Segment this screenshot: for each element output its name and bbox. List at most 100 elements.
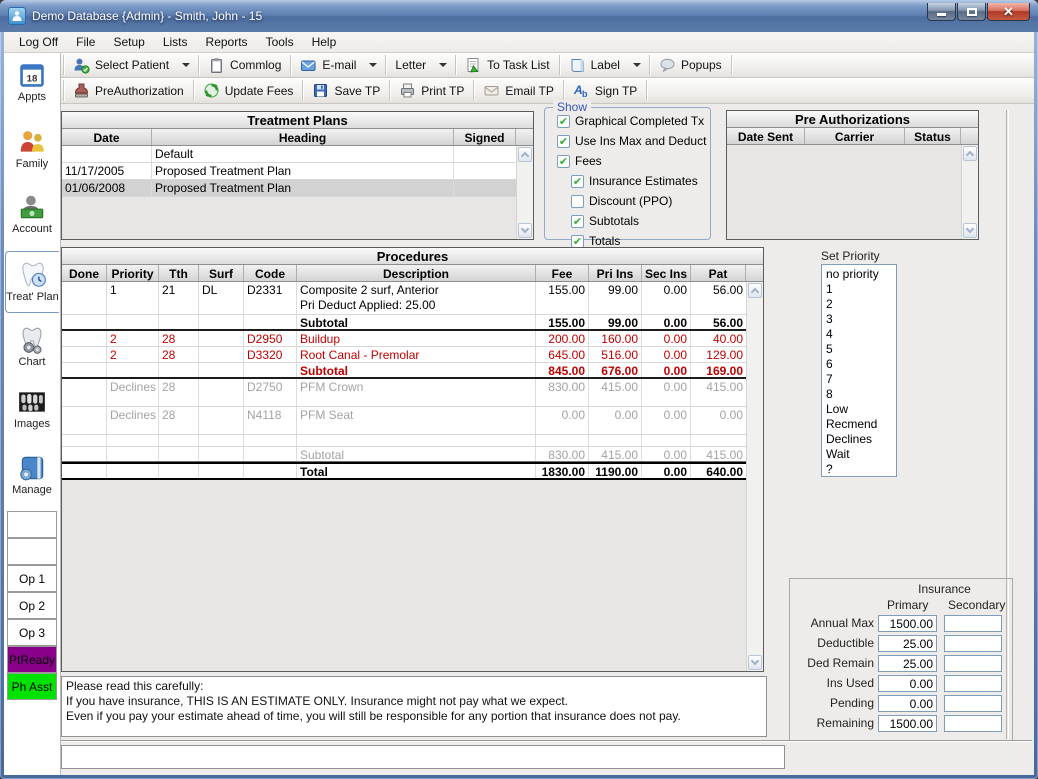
- column-header-done[interactable]: Done: [62, 265, 107, 281]
- title-bar[interactable]: Demo Database {Admin} - Smith, John - 15…: [0, 0, 1038, 32]
- procedure-row[interactable]: Subtotal 830.00 415.00 0.00 415.00: [62, 447, 746, 462]
- checkbox-subtotals[interactable]: Subtotals: [571, 214, 710, 228]
- procedure-row[interactable]: Declines 28 D2750 PFM Crown 830.00 415.0…: [62, 379, 746, 407]
- column-header-sec-ins[interactable]: Sec Ins: [642, 265, 691, 281]
- email-tp-button[interactable]: Email TP: [476, 78, 560, 103]
- procedure-row[interactable]: 2 28 D2950 Buildup 200.00 160.00 0.00 40…: [62, 331, 746, 347]
- annual-max-primary-input[interactable]: 1500.00: [878, 615, 937, 632]
- menu-item-tools[interactable]: Tools: [257, 33, 303, 51]
- update-fees-button[interactable]: Update Fees: [196, 78, 301, 103]
- email-button[interactable]: E-mail: [293, 53, 363, 77]
- checkbox-use-ins-max[interactable]: Use Ins Max and Deduct: [557, 134, 710, 148]
- priority-option[interactable]: 2: [826, 297, 896, 312]
- priority-option[interactable]: no priority: [826, 267, 896, 282]
- op-box-1[interactable]: [7, 511, 57, 538]
- priority-option[interactable]: 6: [826, 357, 896, 372]
- deductible-secondary-input[interactable]: [944, 635, 1002, 652]
- checkbox-discount-ppo[interactable]: Discount (PPO): [571, 194, 710, 208]
- scroll-up-button[interactable]: [963, 146, 977, 161]
- column-header-date-sent[interactable]: Date Sent: [727, 128, 805, 144]
- checkbox-graphical-completed-tx[interactable]: Graphical Completed Tx: [557, 114, 710, 128]
- ded-remain-primary-input[interactable]: 25.00: [878, 655, 937, 672]
- minimize-button[interactable]: [927, 3, 956, 21]
- priority-option[interactable]: 4: [826, 327, 896, 342]
- scroll-down-button[interactable]: [963, 223, 977, 238]
- procedure-row[interactable]: [62, 435, 746, 447]
- sidebar-item-appts[interactable]: 18 Appts: [5, 58, 59, 103]
- op-box-op2[interactable]: Op 2: [7, 592, 57, 619]
- deductible-primary-input[interactable]: 25.00: [878, 635, 937, 652]
- op-box-phasst[interactable]: Ph Asst: [7, 673, 57, 700]
- column-header-priority[interactable]: Priority: [107, 265, 159, 281]
- menu-item-reports[interactable]: Reports: [197, 33, 257, 51]
- annual-max-secondary-input[interactable]: [944, 615, 1002, 632]
- scroll-up-button[interactable]: [748, 283, 762, 298]
- menu-item-lists[interactable]: Lists: [154, 33, 197, 51]
- ins-used-primary-input[interactable]: 0.00: [878, 675, 937, 692]
- save-tp-button[interactable]: Save TP: [305, 78, 387, 103]
- popups-button[interactable]: Popups: [652, 53, 729, 77]
- menu-item-setup[interactable]: Setup: [104, 33, 153, 51]
- priority-option[interactable]: 5: [826, 342, 896, 357]
- sidebar-item-images[interactable]: Images: [5, 385, 59, 430]
- op-box-2[interactable]: [7, 538, 57, 565]
- vertical-scrollbar[interactable]: [746, 282, 763, 671]
- procedure-row[interactable]: Subtotal 155.00 99.00 0.00 56.00: [62, 315, 746, 331]
- commlog-button[interactable]: Commlog: [201, 53, 288, 77]
- column-header-pri-ins[interactable]: Pri Ins: [589, 265, 642, 281]
- close-button[interactable]: ✕: [987, 3, 1030, 21]
- priority-option[interactable]: 3: [826, 312, 896, 327]
- letter-button[interactable]: Letter: [388, 53, 433, 77]
- column-header-heading[interactable]: Heading: [152, 129, 454, 145]
- label-button[interactable]: Label: [562, 53, 627, 77]
- column-header-date[interactable]: Date: [62, 129, 152, 145]
- sidebar-item-chart[interactable]: Chart: [5, 323, 59, 368]
- column-header-status[interactable]: Status: [905, 128, 961, 144]
- op-box-op3[interactable]: Op 3: [7, 619, 57, 646]
- treatment-plan-row[interactable]: 01/06/2008 Proposed Treatment Plan: [62, 180, 516, 197]
- letter-dropdown[interactable]: [433, 53, 453, 77]
- ins-used-secondary-input[interactable]: [944, 675, 1002, 692]
- email-dropdown[interactable]: [363, 53, 383, 77]
- label-dropdown[interactable]: [627, 53, 647, 77]
- sidebar-item-family[interactable]: Family: [5, 125, 59, 170]
- column-header-description[interactable]: Description: [297, 265, 536, 281]
- column-header-code[interactable]: Code: [244, 265, 297, 281]
- checkbox-insurance-estimates[interactable]: Insurance Estimates: [571, 174, 710, 188]
- select-patient-dropdown[interactable]: [176, 53, 196, 77]
- estimate-note[interactable]: Please read this carefully: If you have …: [61, 676, 767, 737]
- procedure-row-total[interactable]: Total 1830.00 1190.00 0.00 640.00: [62, 462, 746, 480]
- bottom-note-input[interactable]: [61, 745, 785, 769]
- menu-item-file[interactable]: File: [67, 33, 104, 51]
- scroll-down-button[interactable]: [518, 223, 532, 238]
- treatment-plan-row[interactable]: Default: [62, 146, 516, 163]
- sidebar-item-treat-plan[interactable]: Treat' Plan: [5, 251, 59, 313]
- column-header-pat[interactable]: Pat: [691, 265, 746, 281]
- select-patient-button[interactable]: Select Patient: [66, 53, 176, 77]
- vertical-scrollbar[interactable]: [516, 146, 533, 239]
- column-header-signed[interactable]: Signed: [454, 129, 516, 145]
- checkbox-fees[interactable]: Fees: [557, 154, 710, 168]
- scroll-up-button[interactable]: [518, 147, 532, 162]
- ded-remain-secondary-input[interactable]: [944, 655, 1002, 672]
- priority-option[interactable]: Low: [826, 402, 896, 417]
- remaining-primary-input[interactable]: 1500.00: [878, 715, 937, 732]
- sidebar-item-account[interactable]: Account: [5, 190, 59, 235]
- column-header-fee[interactable]: Fee: [536, 265, 589, 281]
- priority-option[interactable]: 8: [826, 387, 896, 402]
- procedure-row[interactable]: 1 21 DL D2331 Composite 2 surf, Anterior…: [62, 282, 746, 315]
- menu-item-log-off[interactable]: Log Off: [10, 33, 67, 51]
- treatment-plan-row[interactable]: 11/17/2005 Proposed Treatment Plan: [62, 163, 516, 180]
- sidebar-item-manage[interactable]: Manage: [5, 451, 59, 496]
- priority-option[interactable]: Wait: [826, 447, 896, 462]
- priority-option[interactable]: 1: [826, 282, 896, 297]
- procedure-row[interactable]: Subtotal 845.00 676.00 0.00 169.00: [62, 363, 746, 379]
- column-header-tth[interactable]: Tth: [159, 265, 199, 281]
- scroll-down-button[interactable]: [748, 655, 762, 670]
- preauthorization-button[interactable]: PreAuthorization: [66, 78, 191, 103]
- op-box-ptready[interactable]: PtReady: [7, 646, 57, 673]
- column-header-carrier[interactable]: Carrier: [805, 128, 905, 144]
- pending-primary-input[interactable]: 0.00: [878, 695, 937, 712]
- checkbox-totals[interactable]: Totals: [571, 234, 710, 248]
- menu-item-help[interactable]: Help: [303, 33, 346, 51]
